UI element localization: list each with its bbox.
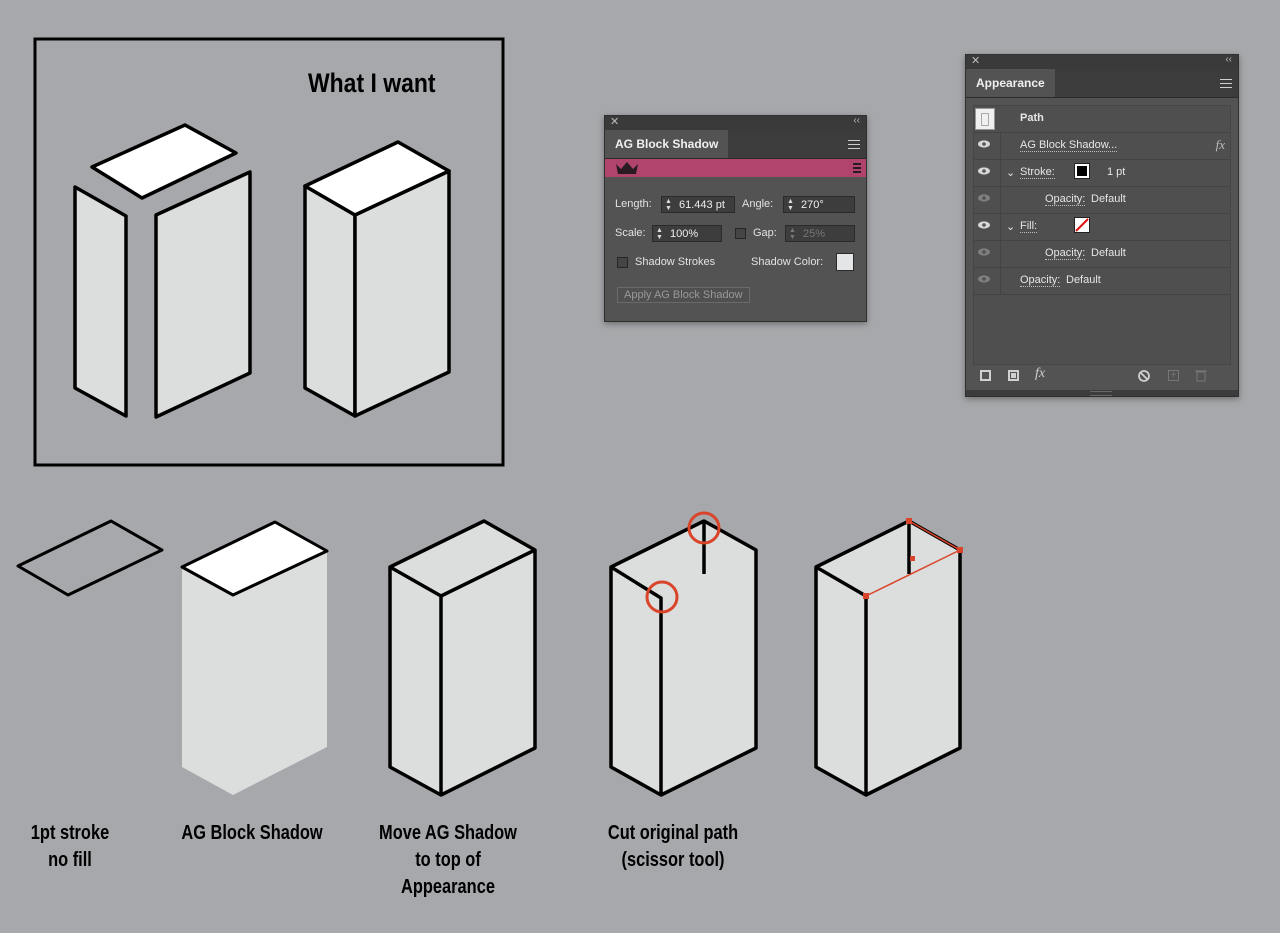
fill-opacity-value: Default	[1091, 247, 1126, 259]
length-stepper-icon[interactable]: ▲ ▼	[665, 198, 672, 212]
length-label: Length:	[615, 198, 652, 210]
stroke-color-swatch[interactable]	[1074, 163, 1090, 179]
opacity-label[interactable]: Opacity:	[1020, 274, 1061, 287]
effect-label[interactable]: AG Block Shadow...	[1020, 139, 1118, 152]
stroke-opacity-label[interactable]: Opacity:	[1045, 193, 1086, 206]
clear-appearance-icon[interactable]	[1138, 370, 1150, 382]
caption-step1: 1pt stroke no fill	[30, 822, 110, 871]
stroke-opacity-value: Default	[1091, 193, 1126, 205]
appearance-row-fill[interactable]: ⌄ Fill:	[973, 213, 1231, 241]
gap-label: Gap:	[753, 227, 777, 239]
gap-checkbox[interactable]	[735, 228, 746, 239]
scale-field[interactable]: ▲ ▼ 100%	[652, 225, 722, 242]
path-label: Path	[1020, 112, 1044, 124]
trash-icon[interactable]	[1195, 369, 1207, 382]
scale-label: Scale:	[615, 227, 646, 239]
appearance-panel: ✕ ‹‹ Appearance Path AG Block Shadow... …	[965, 54, 1239, 397]
step5-result-box	[814, 518, 963, 797]
gap-field[interactable]: ▲ ▼ 25%	[785, 225, 855, 242]
fill-label[interactable]: Fill:	[1020, 220, 1038, 233]
fx-icon[interactable]: fx	[1216, 137, 1225, 153]
panel-menu-icon[interactable]	[1220, 79, 1232, 91]
exploded-right-face	[154, 170, 252, 419]
close-icon[interactable]: ✕	[610, 115, 619, 128]
panel-menu-icon[interactable]	[848, 140, 860, 152]
caption-step2: AG Block Shadow	[181, 822, 323, 844]
opacity-value: Default	[1066, 274, 1101, 286]
scale-stepper-icon[interactable]: ▲ ▼	[656, 227, 663, 241]
what-i-want-title: What I want	[308, 68, 436, 98]
appearance-row-stroke-opacity[interactable]: Opacity: Default	[973, 186, 1231, 214]
length-field[interactable]: ▲ ▼ 61.443 pt	[661, 196, 735, 213]
angle-stepper-icon[interactable]: ▲ ▼	[787, 198, 794, 212]
step4-cut-box	[609, 511, 758, 797]
step1-rhombus	[16, 519, 164, 597]
caption-step4: Cut original path (scissor tool)	[607, 822, 739, 871]
angle-label: Angle:	[742, 198, 774, 210]
appearance-row-stroke[interactable]: ⌄ Stroke: 1 pt	[973, 159, 1231, 187]
fill-none-swatch[interactable]	[1074, 217, 1090, 233]
banner-menu-icon[interactable]	[853, 163, 861, 173]
crown-icon	[616, 162, 638, 174]
visibility-eye-icon[interactable]	[977, 220, 991, 230]
shadow-color-label: Shadow Color:	[751, 256, 824, 268]
chevron-down-icon[interactable]: ⌄	[1006, 220, 1015, 233]
angle-field[interactable]: ▲ ▼ 270°	[783, 196, 855, 213]
appearance-row-path[interactable]: Path	[973, 105, 1231, 133]
visibility-eye-icon[interactable]	[977, 139, 991, 149]
appearance-row-effect[interactable]: AG Block Shadow... fx	[973, 132, 1231, 160]
exploded-left-face	[73, 185, 128, 418]
step2-shadow-box	[180, 520, 329, 795]
tab-ag-block-shadow[interactable]: AG Block Shadow	[605, 130, 729, 158]
collapse-icon[interactable]: ‹‹	[853, 115, 860, 126]
step3-outlined-box	[388, 519, 537, 797]
add-effect-icon[interactable]: fx	[1035, 366, 1045, 382]
shadow-strokes-checkbox[interactable]	[617, 257, 628, 268]
appearance-row-opacity[interactable]: Opacity: Default	[973, 267, 1231, 295]
appearance-row-fill-opacity[interactable]: Opacity: Default	[973, 240, 1231, 268]
visibility-eye-icon[interactable]	[977, 166, 991, 176]
ag-block-shadow-panel: ✕ ‹‹ AG Block Shadow Length: ▲ ▼ 61.443 p…	[604, 115, 867, 322]
resize-grip[interactable]	[966, 390, 1238, 396]
visibility-eye-icon[interactable]	[977, 193, 991, 203]
shadow-strokes-label: Shadow Strokes	[635, 256, 716, 268]
duplicate-item-icon[interactable]: +	[1168, 370, 1179, 381]
tab-appearance[interactable]: Appearance	[966, 69, 1055, 97]
visibility-eye-icon[interactable]	[977, 274, 991, 284]
chevron-down-icon[interactable]: ⌄	[1006, 166, 1015, 179]
apply-ag-block-shadow-button[interactable]: Apply AG Block Shadow	[617, 287, 750, 303]
stroke-weight[interactable]: 1 pt	[1107, 166, 1125, 178]
plugin-banner	[605, 159, 866, 177]
assembled-box	[303, 140, 451, 418]
caption-step3: Move AG Shadow to top of Appearance	[379, 822, 517, 898]
close-icon[interactable]: ✕	[971, 54, 980, 67]
visibility-eye-icon[interactable]	[977, 247, 991, 257]
path-thumbnail	[975, 108, 995, 130]
gap-stepper-icon[interactable]: ▲ ▼	[789, 227, 796, 241]
shadow-color-swatch[interactable]	[836, 253, 854, 271]
add-stroke-icon[interactable]	[980, 370, 991, 381]
add-fill-icon[interactable]	[1008, 370, 1019, 381]
stroke-label[interactable]: Stroke:	[1020, 166, 1055, 179]
collapse-icon[interactable]: ‹‹	[1225, 54, 1232, 65]
fill-opacity-label[interactable]: Opacity:	[1045, 247, 1086, 260]
